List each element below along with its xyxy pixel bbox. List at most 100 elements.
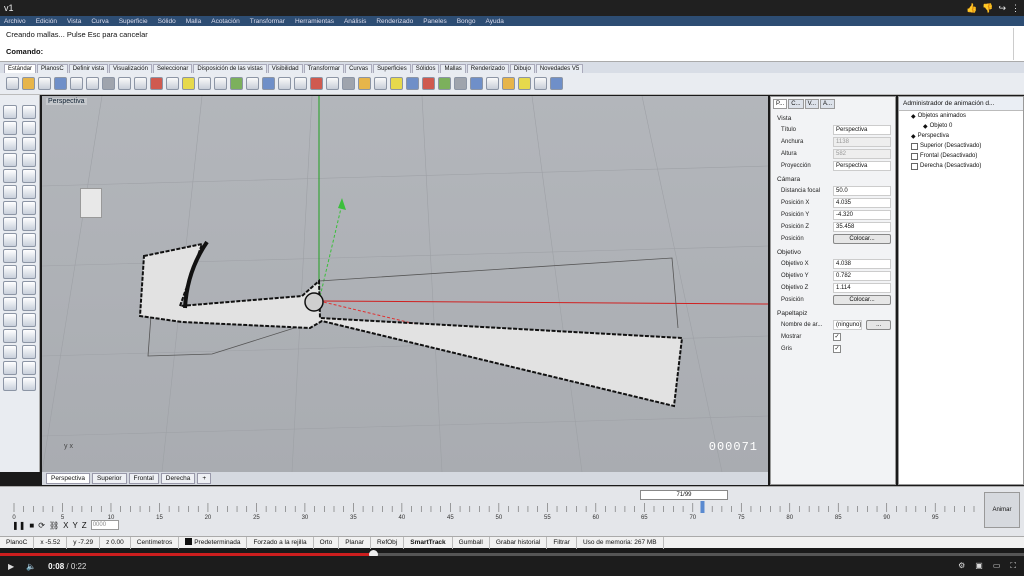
wallpaper-browse-button[interactable]: ... [866,320,891,330]
toolbar-button-icon[interactable] [406,77,419,90]
toolbar-tab-5[interactable]: Disposición de las vistas [193,64,267,73]
toolbar-button-icon[interactable] [310,77,323,90]
show-checkbox[interactable]: ✓ [833,333,841,341]
status-item-4[interactable]: Centímetros [131,536,180,549]
left-tool-icon[interactable] [3,345,17,359]
status-item-1[interactable]: x -5.52 [34,536,68,549]
fullscreen-icon[interactable]: ⛶ [1010,561,1016,571]
checkbox-icon[interactable] [911,142,918,150]
command-prompt[interactable]: Comando: [6,47,43,56]
left-tool-icon[interactable] [22,169,36,183]
add-viewport-tab-button[interactable]: + [197,473,212,484]
toolbar-tab-12[interactable]: Renderizado [466,64,509,73]
property-value[interactable]: 4.035 [833,198,891,208]
viewport-perspective[interactable]: Perspectiva y x 000071 [42,96,768,472]
z-icon[interactable]: Z [82,521,87,530]
status-item-14[interactable]: Uso de memoria: 267 MB [577,536,664,549]
status-item-9[interactable]: RefObj [371,536,405,549]
frame-input[interactable]: 0000 [90,520,119,530]
left-tool-icon[interactable] [3,281,17,295]
camara-place-button[interactable]: Colocar... [833,234,891,244]
stop-icon[interactable]: ■ [29,521,34,530]
left-tool-icon[interactable] [3,105,17,119]
y-icon[interactable]: Y [72,521,77,530]
more-icon[interactable]: ⋮ [1011,3,1020,14]
left-tool-icon[interactable] [3,137,17,151]
menu-item-3[interactable]: Curva [91,18,108,25]
left-tool-icon[interactable] [3,201,17,215]
play-icon[interactable]: ▶ [8,562,14,571]
animation-tree-item[interactable]: ◆ Perspectiva [899,131,1023,141]
status-item-5[interactable]: Predeterminada [179,536,248,549]
toolbar-button-icon[interactable] [326,77,339,90]
checkbox-icon[interactable] [911,162,918,170]
toolbar-button-icon[interactable] [102,77,115,90]
menu-item-6[interactable]: Malla [186,18,202,25]
objetivo-place-button[interactable]: Colocar... [833,295,891,305]
toolbar-button-icon[interactable] [246,77,259,90]
left-tool-icon[interactable] [22,121,36,135]
miniplayer-icon[interactable]: ▭ [993,561,1001,571]
toolbar-button-icon[interactable] [166,77,179,90]
toolbar-tab-13[interactable]: Dibujo [509,64,535,73]
left-tool-icon[interactable] [22,105,36,119]
status-item-2[interactable]: y -7.29 [67,536,101,549]
left-tool-icon[interactable] [22,345,36,359]
properties-tab-0[interactable]: P... [773,99,788,109]
toolbar-button-icon[interactable] [230,77,243,90]
left-tool-icon[interactable] [22,265,36,279]
menu-item-10[interactable]: Análisis [344,18,366,25]
x-icon[interactable]: X [63,521,68,530]
left-tool-icon[interactable] [22,137,36,151]
toolbar-tab-3[interactable]: Visualización [109,64,152,73]
properties-tab-3[interactable]: A... [820,99,836,109]
toolbar-tab-4[interactable]: Seleccionar [152,64,193,73]
left-tool-icon[interactable] [3,361,17,375]
toolbar-tab-8[interactable]: Curvas [345,64,373,73]
command-scrollbar[interactable] [1013,28,1022,60]
viewport-tab-1[interactable]: Superior [91,473,127,484]
toolbar-button-icon[interactable] [294,77,307,90]
toolbar-button-icon[interactable] [502,77,515,90]
left-tool-icon[interactable] [22,185,36,199]
animation-tree-item[interactable]: Superior (Desactivado) [899,141,1023,151]
animation-tree-item[interactable]: ◆ Objetos animados [899,111,1023,121]
left-tool-icon[interactable] [22,233,36,247]
property-value[interactable]: 0.782 [833,271,891,281]
toolbar-button-icon[interactable] [486,77,499,90]
viewport-tab-2[interactable]: Frontal [128,473,159,484]
toolbar-button-icon[interactable] [214,77,227,90]
toolbar-tab-10[interactable]: Sólidos [411,64,440,73]
pause-icon[interactable]: ❚❚ [12,521,25,530]
menu-item-7[interactable]: Acotación [211,18,240,25]
toolbar-button-icon[interactable] [198,77,211,90]
left-tool-icon[interactable] [22,329,36,343]
view-widget[interactable] [80,188,102,218]
wallpaper-name-field[interactable]: (ninguno) [833,320,863,330]
status-item-3[interactable]: z 0.00 [100,536,131,549]
menu-item-5[interactable]: Sólido [158,18,176,25]
menu-item-2[interactable]: Vista [67,18,81,25]
volume-icon[interactable]: 🔈 [26,562,36,571]
pivot-sphere[interactable] [304,292,324,312]
gray-checkbox[interactable]: ✓ [833,345,841,353]
property-value[interactable]: 35.458 [833,222,891,232]
animate-button[interactable]: Animar [984,492,1020,528]
gumball-y[interactable] [318,203,343,302]
left-tool-icon[interactable] [22,281,36,295]
toolbar-button-icon[interactable] [278,77,291,90]
left-tool-icon[interactable] [3,233,17,247]
left-tool-icon[interactable] [22,153,36,167]
status-item-13[interactable]: Filtrar [547,536,577,549]
viewport-tab-0[interactable]: Perspectiva [46,473,90,484]
menu-item-12[interactable]: Paneles [423,18,447,25]
toolbar-button-icon[interactable] [54,77,67,90]
toolbar-button-icon[interactable] [422,77,435,90]
left-tool-icon[interactable] [3,265,17,279]
toolbar-button-icon[interactable] [534,77,547,90]
left-tool-icon[interactable] [22,313,36,327]
toolbar-tab-0[interactable]: Estándar [4,64,37,73]
left-tool-icon[interactable] [3,313,17,327]
thumbs-up-icon[interactable]: 👍 [966,3,977,14]
toolbar-tab-2[interactable]: Definir vista [68,64,109,73]
